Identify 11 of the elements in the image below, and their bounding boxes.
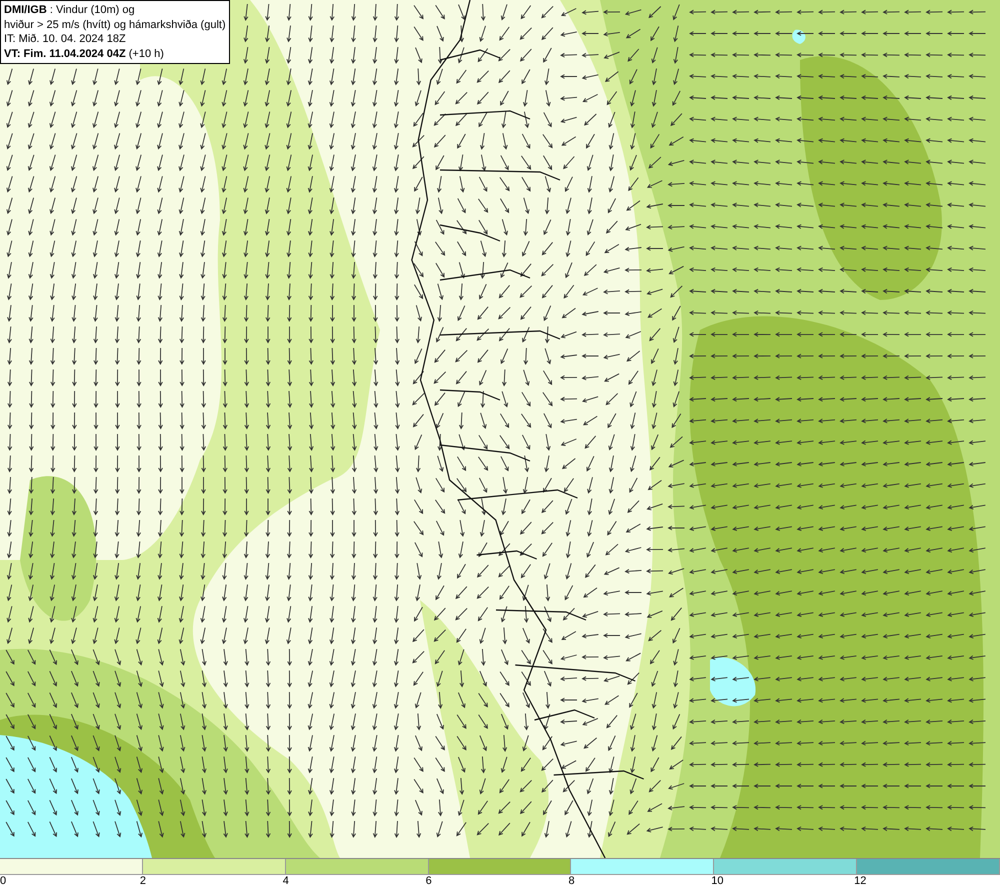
legend-tick-label: 12 — [854, 875, 866, 887]
legend-tick-label: 4 — [282, 875, 289, 887]
title-line: IT: Mið. 10. 04. 2024 18Z — [4, 32, 127, 46]
legend-tick-label: 2 — [140, 875, 146, 887]
title-line: DMI/IGB : Vindur (10m) og — [4, 3, 136, 18]
legend-tick-label: 10 — [711, 875, 724, 887]
title-line: hviður > 25 m/s (hvítt) og hámarkshviða (gult) — [4, 18, 226, 32]
legend-tick-label: 6 — [426, 875, 432, 887]
legend-tick-label: 0 — [0, 875, 6, 887]
title-line: VT: Fim. 11.04.2024 04Z (+10 h) — [4, 46, 165, 61]
legend-tick-label: 8 — [568, 875, 575, 887]
